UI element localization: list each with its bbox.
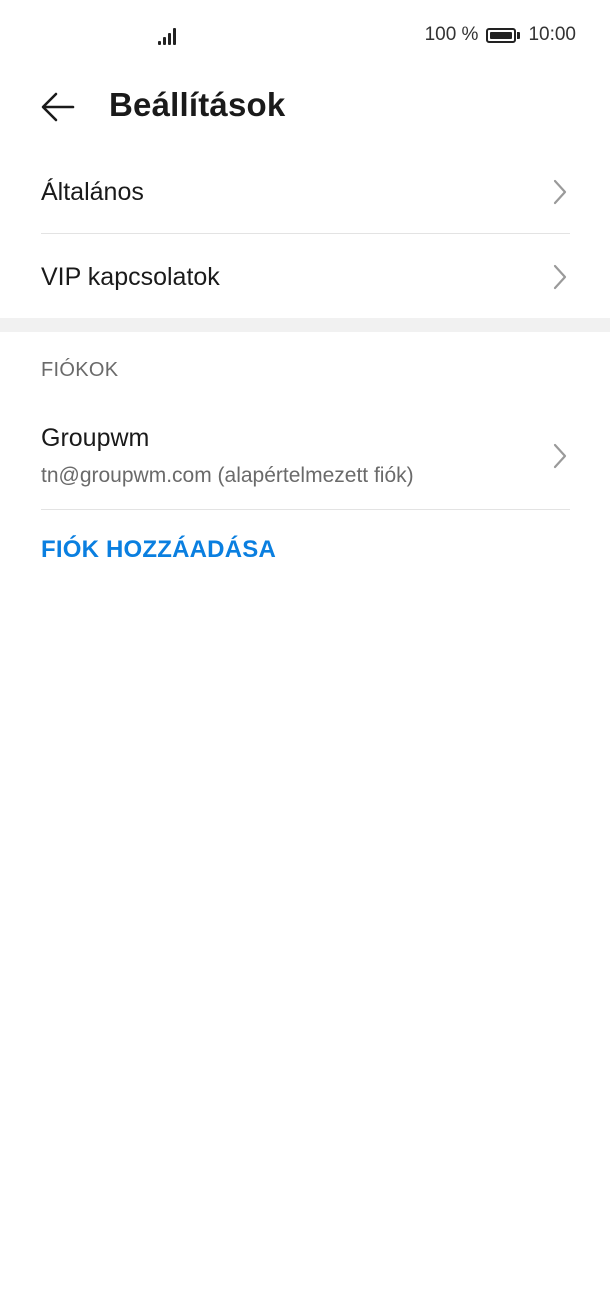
clock: 10:00	[528, 24, 576, 45]
chevron-right-icon	[553, 179, 567, 205]
section-separator	[0, 318, 610, 332]
section-header-accounts: FIÓKOK	[41, 359, 119, 381]
page-title: Beállítások	[109, 86, 286, 123]
account-item[interactable]: Groupwm tn@groupwm.com (alapértelmezett …	[41, 412, 570, 508]
settings-item-vip-contacts[interactable]: VIP kapcsolatok	[41, 245, 570, 309]
status-right: 100 % 10:00	[425, 24, 576, 46]
settings-item-label: Általános	[41, 177, 144, 206]
settings-item-label: VIP kapcsolatok	[41, 262, 220, 291]
settings-item-general[interactable]: Általános	[41, 160, 570, 224]
account-email: tn@groupwm.com (alapértelmezett fiók)	[41, 464, 414, 487]
app-header: Beállítások	[0, 72, 610, 142]
chevron-right-icon	[553, 264, 567, 290]
battery-icon	[486, 27, 521, 43]
divider	[41, 233, 570, 234]
status-bar: 100 % 10:00	[0, 0, 610, 72]
arrow-left-icon	[41, 92, 75, 122]
back-button[interactable]	[36, 87, 80, 127]
add-account-button[interactable]: FIÓK HOZZÁADÁSA	[41, 536, 276, 564]
signal-icon	[158, 27, 182, 45]
divider	[41, 509, 570, 510]
account-name: Groupwm	[41, 424, 150, 452]
chevron-right-icon	[553, 443, 567, 469]
battery-percentage: 100 %	[424, 24, 479, 45]
